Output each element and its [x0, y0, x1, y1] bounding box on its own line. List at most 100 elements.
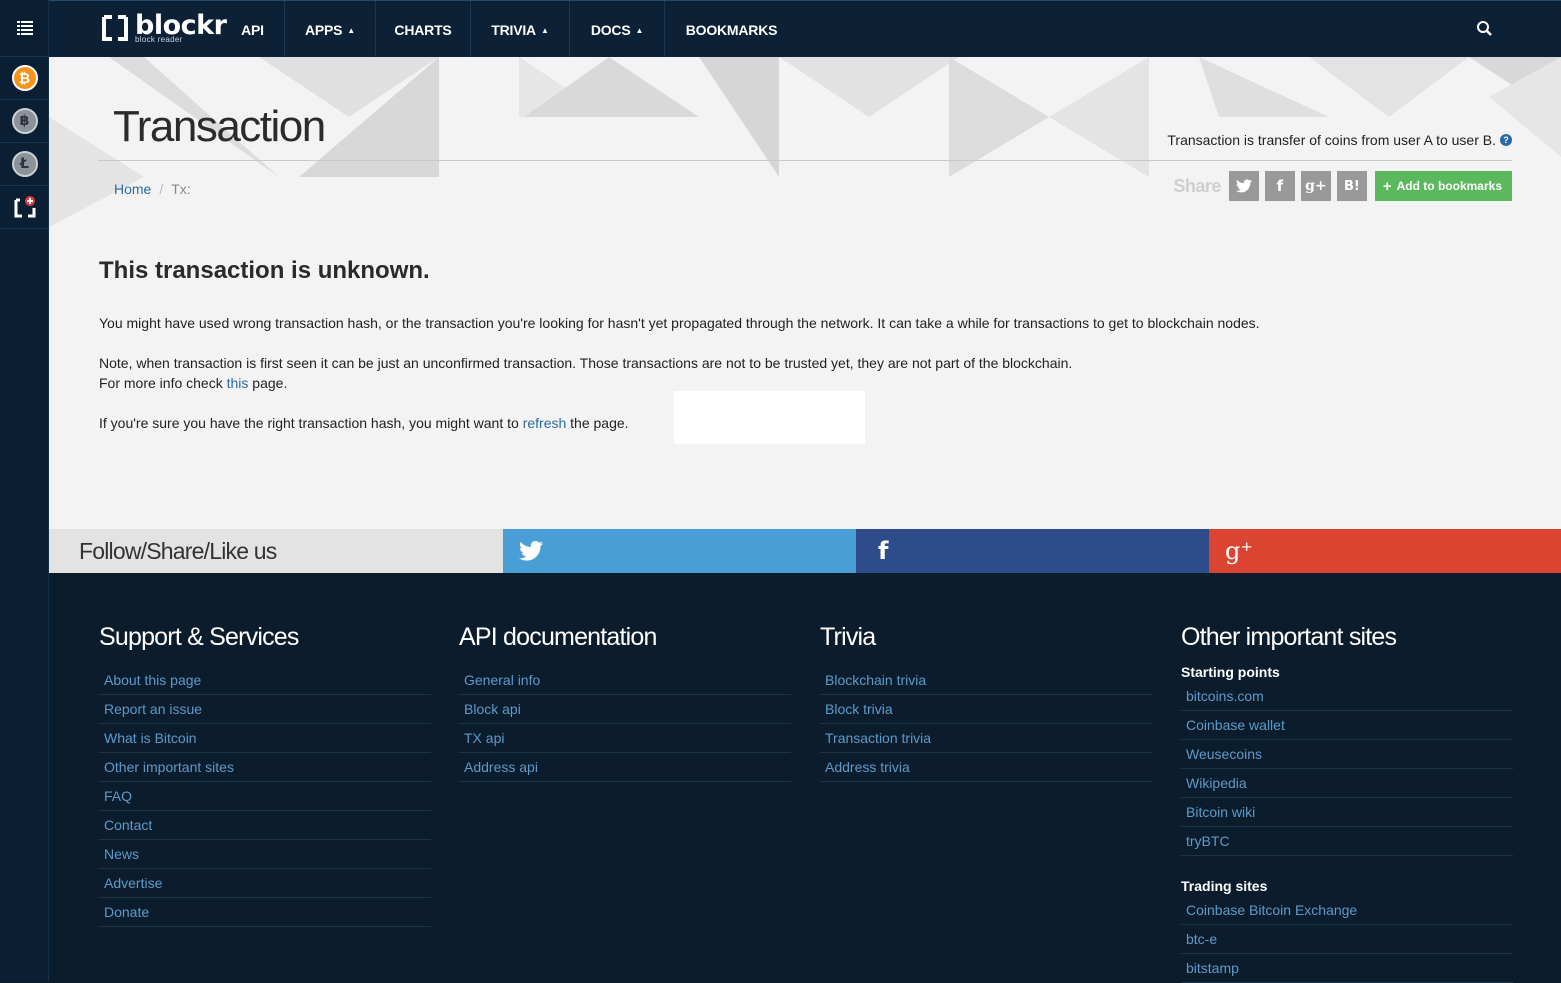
- list-item: FAQ: [99, 782, 431, 811]
- footer-link[interactable]: Address trivia: [825, 759, 910, 775]
- plus-icon: +: [1382, 177, 1392, 195]
- refresh-link[interactable]: refresh: [523, 415, 567, 431]
- footer-link[interactable]: Report an issue: [104, 701, 202, 717]
- share-gplus-button[interactable]: g+: [1300, 171, 1331, 201]
- share-bar: Share f g+ B! + Add to bookmarks: [1173, 171, 1512, 201]
- list-item: tryBTC: [1181, 827, 1513, 856]
- rail-bitcoin-button[interactable]: ₿: [0, 57, 49, 100]
- caret-up-icon: ▲: [540, 26, 549, 35]
- footer-api-title: API documentation: [459, 623, 657, 651]
- trading-sites-title: Trading sites: [1181, 878, 1268, 894]
- menu-button[interactable]: [0, 0, 49, 57]
- footer-link[interactable]: btc-e: [1186, 931, 1217, 947]
- list-item: Advertise: [99, 869, 431, 898]
- nav-apps[interactable]: APPS ▲: [284, 1, 376, 58]
- list-item: Blockchain trivia: [820, 666, 1152, 695]
- footer-link[interactable]: What is Bitcoin: [104, 730, 197, 746]
- list-item: Block trivia: [820, 695, 1152, 724]
- footer-link[interactable]: News: [104, 846, 139, 862]
- follow-twitter-button[interactable]: [503, 529, 856, 573]
- list-item: General info: [459, 666, 791, 695]
- nav-docs[interactable]: DOCS ▲: [570, 1, 665, 58]
- footer-link[interactable]: Block trivia: [825, 701, 893, 717]
- blockr-logo[interactable]: blockr block reader: [101, 10, 227, 46]
- footer-link[interactable]: FAQ: [104, 788, 132, 804]
- trading-sites-list: Coinbase Bitcoin Exchange btc-e bitstamp: [1181, 896, 1513, 983]
- search-icon[interactable]: [1475, 19, 1495, 39]
- starting-points-list: bitcoins.com Coinbase wallet Weusecoins …: [1181, 682, 1513, 856]
- footer-link[interactable]: Donate: [104, 904, 149, 920]
- footer-link[interactable]: Blockchain trivia: [825, 672, 926, 688]
- footer-link[interactable]: Other important sites: [104, 759, 234, 775]
- footer-link[interactable]: About this page: [104, 672, 201, 688]
- rail-blockr-add-button[interactable]: [0, 186, 49, 229]
- footer-link[interactable]: TX api: [464, 730, 504, 746]
- share-twitter-button[interactable]: [1228, 171, 1259, 201]
- share-facebook-button[interactable]: f: [1264, 171, 1295, 201]
- follow-label: Follow/Share/Like us: [49, 529, 503, 573]
- note-line-1: Note, when transaction is first seen it …: [99, 355, 1073, 371]
- nav-api-label: API: [241, 21, 264, 38]
- footer-link[interactable]: General info: [464, 672, 540, 688]
- breadcrumb-home-link[interactable]: Home: [114, 181, 151, 197]
- refresh-pre: If you're sure you have the right transa…: [99, 415, 523, 431]
- share-label: Share: [1173, 175, 1221, 196]
- list-item: Report an issue: [99, 695, 431, 724]
- list-item: btc-e: [1181, 925, 1513, 954]
- list-item: Block api: [459, 695, 791, 724]
- list-menu-icon: [16, 21, 33, 35]
- top-navigation: blockr block reader API APPS ▲ CHARTS TRI…: [49, 0, 1561, 58]
- footer-link[interactable]: Coinbase Bitcoin Exchange: [1186, 902, 1357, 918]
- rail-altcoin-1-button[interactable]: ฿: [0, 100, 49, 143]
- nav-trivia[interactable]: TRIVIA ▲: [471, 1, 570, 58]
- footer-support-title: Support & Services: [99, 623, 299, 651]
- follow-facebook-button[interactable]: f: [856, 529, 1209, 573]
- footer-link[interactable]: Weusecoins: [1186, 746, 1262, 762]
- follow-gplus-button[interactable]: g⁺: [1209, 529, 1561, 573]
- footer-link[interactable]: tryBTC: [1186, 833, 1230, 849]
- footer-link[interactable]: Block api: [464, 701, 521, 717]
- footer-link[interactable]: Contact: [104, 817, 152, 833]
- footer-link[interactable]: Advertise: [104, 875, 162, 891]
- rail-altcoin-2-button[interactable]: Ł: [0, 143, 49, 186]
- footer-support-list: About this page Report an issue What is …: [99, 666, 431, 927]
- breadcrumb-separator: /: [159, 181, 164, 197]
- list-item: Address trivia: [820, 753, 1152, 782]
- footer-link[interactable]: bitcoins.com: [1186, 688, 1264, 704]
- add-to-bookmarks-button[interactable]: + Add to bookmarks: [1374, 171, 1512, 201]
- note-paragraph: Note, when transaction is first seen it …: [99, 353, 1399, 393]
- list-item: Donate: [99, 898, 431, 927]
- logo-tagline: block reader: [135, 35, 183, 44]
- footer-link[interactable]: Coinbase wallet: [1186, 717, 1285, 733]
- footer-other-sites-column: Other important sites Starting points bi…: [1181, 623, 1513, 983]
- footer-link[interactable]: Wikipedia: [1186, 775, 1247, 791]
- nav-charts-label: CHARTS: [394, 21, 452, 38]
- footer-link[interactable]: bitstamp: [1186, 960, 1239, 976]
- facebook-icon: f: [878, 537, 889, 565]
- footer-api-list: General info Block api TX api Address ap…: [459, 666, 791, 782]
- blank-panel: [674, 391, 865, 444]
- footer-other-title: Other important sites: [1181, 623, 1397, 651]
- nav-docs-label: DOCS: [590, 21, 631, 38]
- main-content: Transaction Transaction is transfer of c…: [49, 57, 1561, 529]
- list-item: Bitcoin wiki: [1181, 798, 1513, 827]
- nav-charts[interactable]: CHARTS: [376, 1, 471, 58]
- nav-bookmarks[interactable]: BOOKMARKS: [665, 1, 798, 58]
- breadcrumb-current: Tx:: [171, 181, 191, 197]
- nav-api[interactable]: API: [225, 1, 280, 58]
- footer-link[interactable]: Address api: [464, 759, 538, 775]
- share-hatena-button[interactable]: B!: [1336, 171, 1367, 201]
- caret-up-icon: ▲: [635, 26, 644, 35]
- blockr-add-icon: [14, 196, 35, 218]
- more-info-link[interactable]: this: [227, 375, 249, 391]
- list-item: What is Bitcoin: [99, 724, 431, 753]
- footer-link[interactable]: Bitcoin wiki: [1186, 804, 1255, 820]
- list-item: TX api: [459, 724, 791, 753]
- add-to-bookmarks-label: Add to bookmarks: [1396, 179, 1502, 193]
- footer: Support & Services About this page Repor…: [49, 573, 1561, 983]
- breadcrumb: Home / Tx:: [114, 181, 191, 197]
- footer-link[interactable]: Transaction trivia: [825, 730, 931, 746]
- help-icon[interactable]: ?: [1500, 134, 1512, 146]
- nav-bookmarks-label: BOOKMARKS: [685, 21, 778, 38]
- blockr-bracket-icon: [102, 15, 128, 41]
